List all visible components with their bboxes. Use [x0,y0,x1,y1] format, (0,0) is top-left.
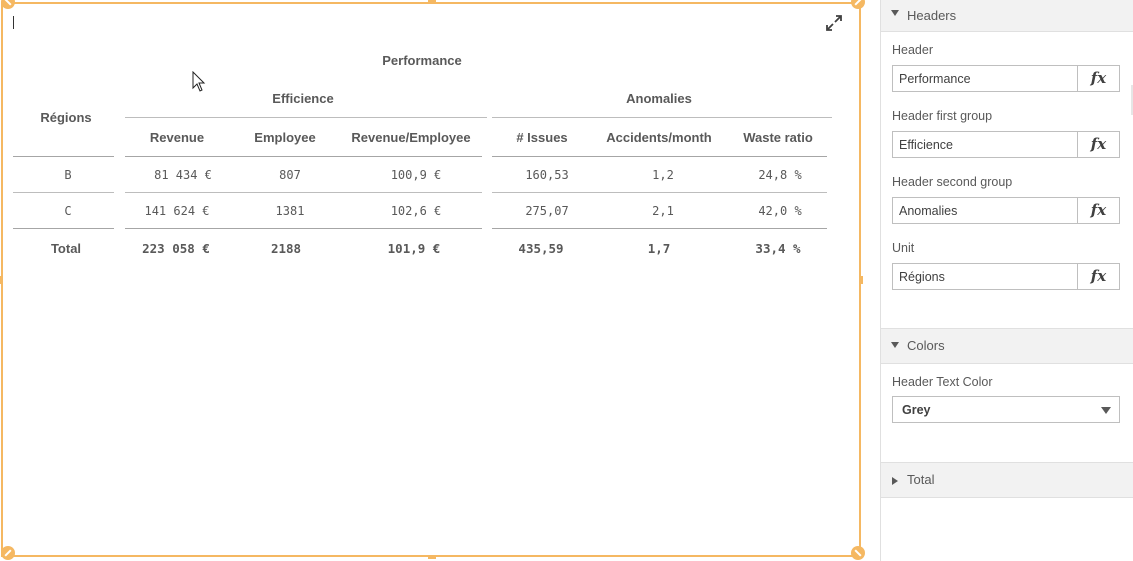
resize-handle-left[interactable] [0,276,3,284]
header-text-color-value: Grey [902,403,931,417]
group1-underline [125,117,487,118]
cell-accidents-month: 1,2 [652,168,674,182]
total-revenue-per-employee: 101,9 € [387,241,441,256]
cell-issues: 160,53 [525,168,569,182]
section-total-label: Total [907,472,935,487]
header-second-group-field: fx [892,197,1120,224]
resize-handle-bottom[interactable] [428,556,436,559]
cell-employee: 807 [279,168,301,182]
row-region: B [64,168,72,182]
cell-issues: 275,07 [525,204,569,218]
cell-employee: 1381 [275,204,305,218]
unit-label: Unit [892,241,915,255]
row-region: C [64,204,72,218]
resize-handle-top[interactable] [428,0,436,3]
cell-revenue: 141 624 € [144,204,210,218]
caret-right-icon [892,477,898,485]
header-field: fx [892,65,1120,92]
header-divider [13,156,114,157]
column-header-issues[interactable]: # Issues [516,130,567,145]
header-divider [492,156,827,157]
header-input[interactable] [893,66,1078,91]
row-divider [13,192,114,193]
fx-button-unit[interactable]: fx [1077,264,1119,289]
cell-waste-ratio: 24,8 % [758,168,802,182]
section-colors-label: Colors [907,338,945,353]
caret-down-icon [891,10,899,16]
column-header-waste-ratio[interactable]: Waste ratio [743,130,813,145]
column-header-revenue-per-employee[interactable]: Revenue/Employee [351,130,470,145]
unit-input[interactable] [893,264,1078,289]
selected-object-frame[interactable] [1,2,861,557]
header-divider [125,156,482,157]
column-header-employee[interactable]: Employee [254,130,315,145]
resize-handle-right[interactable] [860,276,863,284]
total-divider [492,228,827,229]
resize-handle-top-right[interactable] [851,0,865,9]
group-header-anomalies: Anomalies [626,91,692,106]
cell-revenue-per-employee: 102,6 € [390,204,442,218]
mouse-pointer-icon [192,71,206,92]
unit-header: Régions [40,110,92,125]
properties-panel: Headers Header fx Header first group fx … [880,0,1133,561]
fx-button-header[interactable]: fx [1077,66,1119,91]
header-text-color-dropdown[interactable]: Grey [892,396,1120,423]
column-header-revenue[interactable]: Revenue [150,130,204,145]
cell-revenue-per-employee: 100,9 € [390,168,442,182]
total-accidents-month: 1,7 [647,241,671,256]
unit-field: fx [892,263,1120,290]
text-caret [13,16,14,29]
row-divider [492,192,827,193]
header-second-group-input[interactable] [893,198,1078,223]
section-headers-toggle[interactable]: Headers [881,0,1133,32]
caret-down-icon [891,342,899,348]
header-second-group-label: Header second group [892,175,1013,189]
total-divider [125,228,482,229]
header-text-color-label: Header Text Color [892,375,993,389]
total-employee: 2188 [270,241,302,256]
dropdown-arrow-icon [1101,407,1111,414]
header-field-label: Header [892,43,933,57]
cell-revenue: 81 434 € [154,168,212,182]
total-divider [13,228,114,229]
group2-underline [492,117,832,118]
fx-button-second-group[interactable]: fx [1077,198,1119,223]
row-divider [125,192,482,193]
section-headers-label: Headers [907,8,957,23]
sheet-canvas: Performance Efficience Anomalies Régions… [0,0,880,561]
header-first-group-label: Header first group [892,109,993,123]
cell-accidents-month: 2,1 [652,204,674,218]
total-waste-ratio: 33,4 % [755,241,801,256]
resize-handle-bottom-left[interactable] [1,546,15,560]
total-issues: 435,59 [518,241,564,256]
section-total-toggle[interactable]: Total [881,462,1133,498]
column-header-accidents-month[interactable]: Accidents/month [606,130,711,145]
total-revenue: 223 058 € [142,241,210,256]
table-title: Performance [382,53,462,68]
group-header-efficience: Efficience [272,91,334,106]
expand-icon[interactable] [825,14,843,32]
total-label: Total [50,241,82,256]
cell-waste-ratio: 42,0 % [758,204,802,218]
header-first-group-field: fx [892,131,1120,158]
resize-handle-bottom-right[interactable] [851,546,865,560]
section-colors-toggle[interactable]: Colors [881,328,1133,364]
header-first-group-input[interactable] [893,132,1078,157]
fx-button-first-group[interactable]: fx [1077,132,1119,157]
